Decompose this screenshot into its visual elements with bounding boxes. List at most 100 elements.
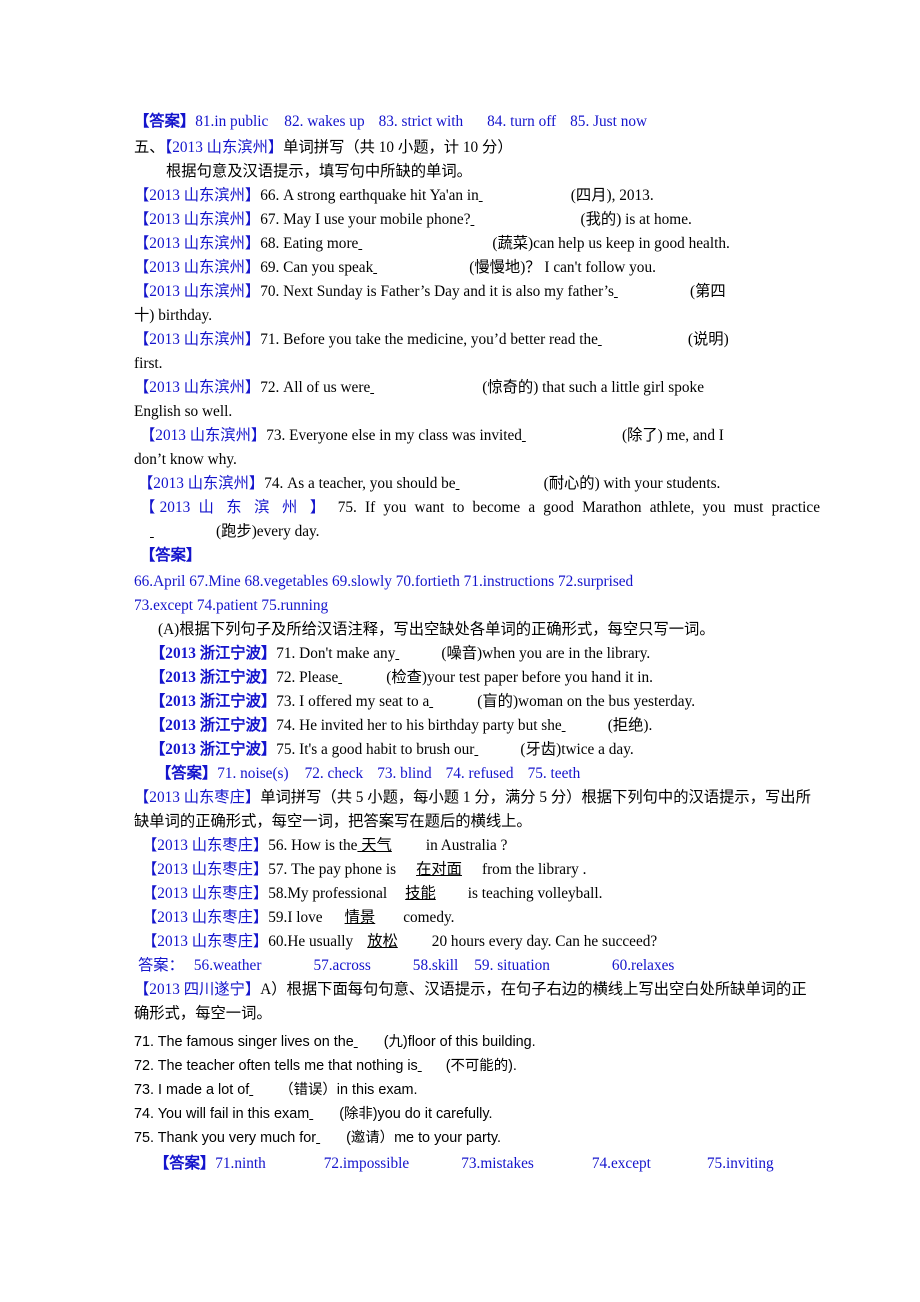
question-tail: is teaching volleyball.: [467, 885, 603, 902]
question-tail: from the library .: [481, 861, 587, 878]
question-text: 72. The teacher often tells me that noth…: [134, 1058, 418, 1074]
question-71: 【2013 山东滨州】71. Before you take the medic…: [134, 328, 820, 352]
question-tail: comedy.: [403, 909, 455, 926]
exam-tag: 【2013 四川遂宁】: [134, 981, 261, 998]
exam-tag: 【2013 山东枣庄】: [142, 861, 269, 878]
question-hint: 在对面: [416, 861, 462, 878]
question-72-cont: English so well.: [134, 403, 233, 420]
binzhou-answer-label: 【答案】: [140, 547, 202, 564]
binzhou-answers-line2: 73.except 74.patient 75.running: [134, 597, 329, 614]
suining-question-72: 72. The teacher often tells me that noth…: [134, 1054, 820, 1078]
question-tail: in Australia ?: [425, 837, 508, 854]
answer-label: 【答案】: [134, 113, 196, 130]
question-75-cont: (跑步)every day.: [216, 523, 320, 540]
question-69: 【2013 山东滨州】69. Can you speak (慢慢地)？ I ca…: [134, 256, 820, 280]
exam-tag: 【2013 山东滨州】: [134, 187, 261, 204]
answer-item: 56.weather: [193, 957, 262, 974]
question-hint: (第四: [689, 283, 726, 300]
ningbo-question-71: 【2013 浙江宁波】71. Don't make any (噪音)when y…: [134, 642, 836, 666]
exam-tag: 【2013 浙江宁波】: [150, 693, 277, 710]
question-tail: (慢慢地)？ I can't follow you.: [469, 259, 656, 276]
question-hint: 情景: [344, 909, 376, 926]
question-text: 73. I made a lot of: [134, 1082, 250, 1098]
question-73: 【2013 山东滨州】73. Everyone else in my class…: [134, 424, 826, 448]
question-tail: (我的) is at home.: [580, 211, 692, 228]
exam-tag: 【2013 山东枣庄】: [142, 933, 269, 950]
question-71-cont: first.: [134, 355, 163, 372]
answer-item: 59. situation: [474, 957, 550, 974]
question-text: 69. Can you speak: [260, 259, 374, 276]
question-text: 70. Next Sunday is Father’s Day and it i…: [260, 283, 614, 300]
question-tail: (拒绝).: [607, 717, 653, 734]
answer-item: 75. teeth: [527, 765, 581, 782]
question-74: 【2013 山东滨州】74. As a teacher, you should …: [134, 472, 824, 496]
question-hint: (惊奇的) that such a little girl spoke: [482, 379, 704, 396]
question-70: 【2013 山东滨州】70. Next Sunday is Father’s D…: [134, 280, 820, 304]
question-tail: (牙齿)twice a day.: [520, 741, 634, 758]
zaozhuang-answer-line: 答案： 56.weather 57.across 58.skill 59. situat…: [134, 954, 824, 978]
zaozhuang-question-56: 【2013 山东枣庄】56. How is the 天气 in Australi…: [134, 834, 828, 858]
exam-tag: 【2013 山东滨州】: [134, 259, 261, 276]
answer-label: 答案：: [138, 957, 184, 974]
question-67: 【2013 山东滨州】67. May I use your mobile pho…: [134, 208, 820, 232]
answer-item: 74. refused: [445, 765, 514, 782]
answer-item: 84. turn off: [487, 113, 557, 130]
question-text: 71. Don't make any: [276, 645, 396, 662]
answer-item: 82. wakes up: [284, 113, 365, 130]
answer-item: 74.except: [591, 1155, 651, 1172]
answer-line-81-85: 【答案】81.in public 82. wakes up 83. strict w…: [134, 110, 820, 134]
question-text: 71. The famous singer lives on the: [134, 1034, 354, 1050]
answer-item: 83. strict with: [378, 113, 464, 130]
answer-item: 58.skill: [412, 957, 459, 974]
answer-item: 71. noise(s): [217, 765, 289, 782]
question-text: 73. Everyone else in my class was invite…: [266, 427, 522, 444]
suining-question-74: 74. You will fail in this exam (除非)you d…: [134, 1102, 820, 1126]
question-text: 67. May I use your mobile phone?: [260, 211, 471, 228]
question-tail: （错误）in this exam.: [279, 1082, 418, 1098]
question-text: 57. The pay phone is: [268, 861, 397, 878]
answer-item: 81.in public: [195, 113, 269, 130]
exam-tag: 【2013 山东滨州】: [134, 379, 261, 396]
answer-item: 72. check: [304, 765, 364, 782]
question-text: 68. Eating more: [260, 235, 359, 252]
question-hint: (耐心的) with your students.: [543, 475, 721, 492]
answer-item: 75.inviting: [706, 1155, 774, 1172]
exam-tag: 【2013 浙江宁波】: [150, 645, 277, 662]
exam-tag: 【2013 浙江宁波】: [150, 717, 277, 734]
answer-item: 73.mistakes: [461, 1155, 534, 1172]
question-tail: (盲的)woman on the bus yesterday.: [477, 693, 696, 710]
question-text: 75. It's a good habit to brush our: [276, 741, 475, 758]
question-text: 72. Please: [276, 669, 339, 686]
exam-tag: 【2013 浙江宁波】: [150, 669, 277, 686]
suining-heading: 【2013 四川遂宁】A）根据下面每句句意、汉语提示，在句子右边的横线上写出空白…: [134, 978, 820, 1027]
answer-label: 【答案】: [154, 1155, 216, 1172]
ningbo-question-74: 【2013 浙江宁波】74. He invited her to his bir…: [134, 714, 836, 738]
exam-tag: 【2013 山东滨州】: [140, 427, 267, 444]
question-73-cont: don’t know why.: [134, 451, 237, 468]
answer-item: 71.ninth: [215, 1155, 266, 1172]
question-text: 59.I love: [268, 909, 323, 926]
ningbo-question-72: 【2013 浙江宁波】72. Please (检查)your test pape…: [134, 666, 836, 690]
binzhou-answers-line1: 66.April 67.Mine 68.vegetables 69.slowly…: [134, 573, 634, 590]
question-text: 58.My professional: [268, 885, 388, 902]
exam-tag: 【2013 浙江宁波】: [150, 741, 277, 758]
zaozhuang-heading: 【2013 山东枣庄】单词拼写（共 5 小题，每小题 1 分，满分 5 分）根据…: [134, 786, 820, 835]
question-tail: (邀请）me to your party.: [346, 1130, 501, 1146]
question-hint: 技能: [405, 885, 436, 902]
suining-answer-line: 【答案】71.ninth 72.impossible 73.mistakes 74.e…: [134, 1152, 840, 1176]
answer-item: 72.impossible: [323, 1155, 410, 1172]
suining-question-73: 73. I made a lot of （错误）in this exam.: [134, 1078, 820, 1102]
question-tail: (九)floor of this building.: [383, 1034, 536, 1050]
section-binzhou-heading: 五、【2013 山东滨州】单词拼写（共 10 小题，计 10 分）: [134, 136, 820, 160]
suining-question-71: 71. The famous singer lives on the (九)fl…: [134, 1030, 820, 1054]
question-hint: 放松: [367, 933, 398, 950]
question-hint: (除了) me, and I: [621, 427, 724, 444]
answer-item: 57.across: [313, 957, 371, 974]
section-heading-text: 单词拼写（共 10 小题，计 10 分）: [283, 139, 513, 156]
question-text: 75. Thank you very much for: [134, 1130, 317, 1146]
question-tail: (检查)your test paper before you hand it i…: [386, 669, 654, 686]
question-hint: (说明): [687, 331, 729, 348]
question-68: 【2013 山东滨州】68. Eating more (蔬菜)can help …: [134, 232, 820, 256]
question-text: 56. How is the: [268, 837, 358, 854]
question-tail: (除非)you do it carefully.: [339, 1106, 493, 1122]
